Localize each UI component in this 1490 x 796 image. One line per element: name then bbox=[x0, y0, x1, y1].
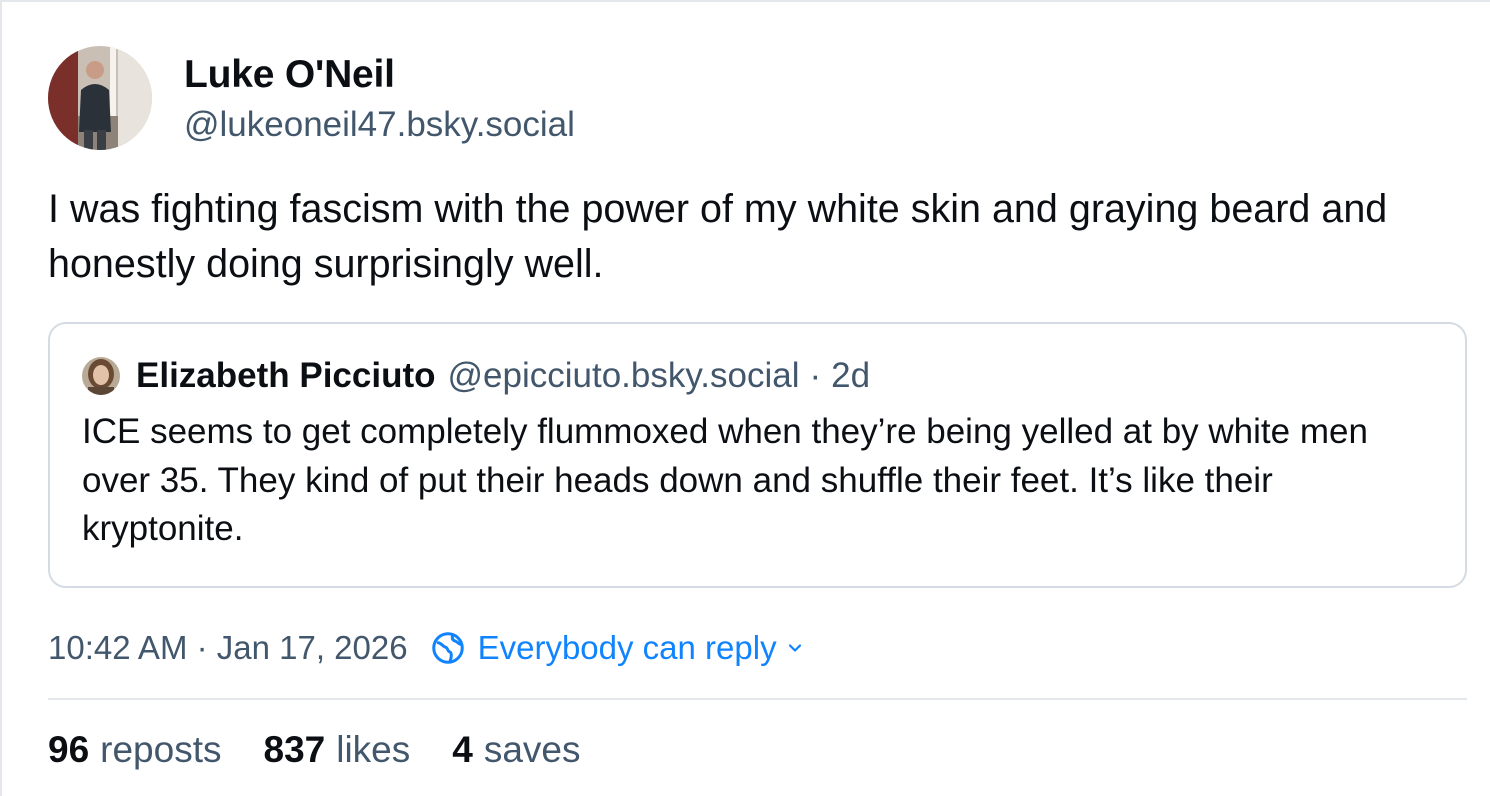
author-handle[interactable]: @lukeoneil47.bsky.social bbox=[184, 101, 575, 149]
saves-count: 4 bbox=[452, 729, 473, 770]
reposts-label: reposts bbox=[100, 729, 222, 770]
globe-icon bbox=[431, 632, 464, 664]
post-stats: 96 reposts 837 likes 4 saves bbox=[48, 726, 623, 774]
author-avatar-photo bbox=[48, 46, 152, 150]
post-thread-view: Luke O'Neil @lukeoneil47.bsky.social I w… bbox=[0, 0, 1490, 796]
quoted-author-handle[interactable]: @epicciuto.bsky.social bbox=[448, 356, 800, 396]
quoted-post-text: ICE seems to get completely flummoxed wh… bbox=[82, 412, 1368, 548]
author-info: Luke O'Neil @lukeoneil47.bsky.social bbox=[184, 47, 575, 149]
quoted-post-header: Elizabeth Picciuto @epicciuto.bsky.socia… bbox=[82, 354, 1433, 398]
post-timestamp: 10:42 AM · Jan 17, 2026 bbox=[48, 629, 408, 666]
quoted-author-display-name[interactable]: Elizabeth Picciuto bbox=[136, 356, 436, 396]
quoted-author-avatar-photo bbox=[82, 357, 120, 395]
reposts-count: 96 bbox=[48, 729, 90, 770]
chevron-down-icon bbox=[788, 644, 801, 652]
quoted-author-avatar[interactable] bbox=[82, 357, 120, 395]
post-meta: 10:42 AM · Jan 17, 2026 Everybody can re… bbox=[48, 626, 805, 670]
quoted-post-age: 2d bbox=[831, 356, 871, 395]
saves-stat[interactable]: 4 saves bbox=[452, 729, 580, 771]
post-text: I was fighting fascism with the power of… bbox=[48, 187, 1388, 286]
likes-label: likes bbox=[336, 729, 411, 770]
reply-setting-label: Everybody can reply bbox=[477, 629, 777, 666]
likes-stat[interactable]: 837 likes bbox=[264, 729, 411, 771]
reposts-stat[interactable]: 96 reposts bbox=[48, 729, 222, 771]
quoted-post-separator: · bbox=[809, 356, 822, 395]
likes-count: 837 bbox=[263, 729, 326, 770]
author-avatar[interactable] bbox=[48, 46, 152, 150]
stats-divider bbox=[48, 698, 1467, 700]
author-display-name[interactable]: Luke O'Neil bbox=[184, 49, 575, 101]
reply-setting-button[interactable]: Everybody can reply bbox=[430, 629, 805, 667]
quoted-post[interactable]: Elizabeth Picciuto @epicciuto.bsky.socia… bbox=[48, 322, 1467, 588]
post-header: Luke O'Neil @lukeoneil47.bsky.social bbox=[48, 46, 575, 150]
saves-label: saves bbox=[483, 729, 581, 770]
